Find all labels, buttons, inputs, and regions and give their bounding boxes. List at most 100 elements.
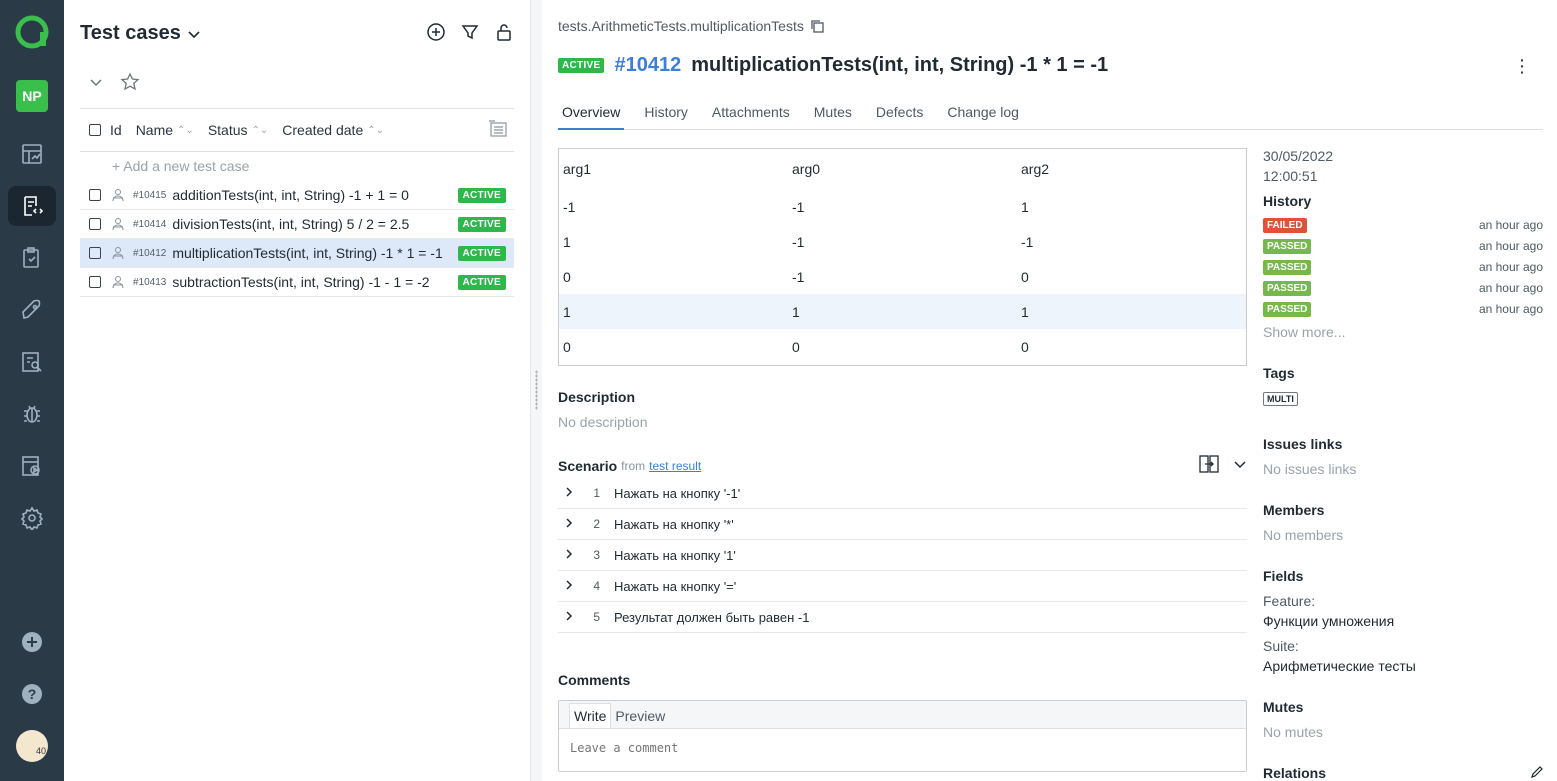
scenario-step[interactable]: 3 Нажать на кнопку '1'	[558, 540, 1247, 571]
history-item[interactable]: PASSED an hour ago	[1263, 279, 1543, 297]
select-all-checkbox[interactable]	[89, 124, 101, 136]
step-text: Нажать на кнопку '1'	[614, 547, 736, 563]
table-header-row: arg1 arg0 arg2	[559, 149, 1246, 189]
chevron-right-icon[interactable]	[558, 486, 582, 501]
tab-write[interactable]: Write	[569, 703, 612, 728]
row-checkbox[interactable]	[89, 218, 101, 230]
project-avatar[interactable]: NP	[16, 80, 48, 112]
row-checkbox[interactable]	[89, 189, 101, 201]
status-badge: ACTIVE	[457, 216, 506, 232]
list-item-selected[interactable]: #10412 multiplicationTests(int, int, Str…	[80, 239, 514, 268]
tab-preview[interactable]: Preview	[611, 704, 669, 728]
edit-pencil-icon[interactable]	[1530, 765, 1544, 781]
tab-defects[interactable]: Defects	[872, 100, 927, 130]
add-circle-icon[interactable]	[426, 22, 446, 42]
test-cases-icon[interactable]	[8, 186, 56, 226]
history-time: an hour ago	[1478, 281, 1543, 295]
splitter-grip[interactable]	[535, 370, 538, 410]
manual-test-icon	[111, 246, 125, 260]
table-cell: 1	[1021, 303, 1029, 320]
settings-icon[interactable]	[8, 498, 56, 538]
user-avatar[interactable]: 40	[16, 730, 48, 762]
column-status[interactable]: Status ⌃⌄	[208, 122, 268, 138]
tab-mutes[interactable]: Mutes	[810, 100, 856, 130]
row-id: #10412	[133, 247, 167, 259]
chevron-right-icon[interactable]	[558, 548, 582, 563]
star-icon[interactable]	[120, 72, 140, 95]
avatar-badge: 40	[35, 746, 46, 756]
left-rail: NP ? 40	[0, 0, 64, 781]
filter-icon[interactable]	[460, 22, 480, 42]
history-time: an hour ago	[1478, 239, 1543, 253]
scenario-step[interactable]: 2 Нажать на кнопку '*'	[558, 509, 1247, 540]
app-logo-icon[interactable]	[14, 14, 50, 50]
list-item[interactable]: #10415 additionTests(int, int, String) -…	[80, 181, 514, 210]
list-item[interactable]: #10413 subtractionTests(int, int, String…	[80, 268, 514, 297]
scenario-step[interactable]: 1 Нажать на кнопку '-1'	[558, 478, 1247, 509]
table-cell: -1	[792, 233, 805, 250]
column-settings-icon[interactable]	[488, 119, 508, 141]
column-created-date[interactable]: Created date ⌃⌄	[282, 122, 384, 138]
history-item[interactable]: PASSED an hour ago	[1263, 258, 1543, 276]
column-created-label: Created date	[282, 122, 364, 138]
table-cell: -1	[792, 198, 805, 215]
defects-icon[interactable]	[8, 394, 56, 434]
row-checkbox[interactable]	[89, 276, 101, 288]
column-name[interactable]: Name ⌃⌄	[136, 122, 194, 138]
unlock-icon[interactable]	[494, 22, 514, 42]
table-row-highlighted[interactable]: 1 1 1	[559, 294, 1246, 329]
tab-overview[interactable]: Overview	[558, 100, 625, 130]
parameters-table: arg1 arg0 arg2 -1 -1 1 1 -1 -1 0 -1 0 1 …	[558, 148, 1247, 366]
column-id[interactable]: Id	[110, 122, 122, 138]
compare-icon[interactable]	[1199, 455, 1219, 476]
tab-history[interactable]: History	[640, 100, 692, 130]
tag-chip[interactable]: MULTI	[1263, 392, 1298, 406]
chevron-right-icon[interactable]	[558, 517, 582, 532]
add-test-case-button[interactable]: + Add a new test case	[112, 158, 249, 174]
history-item[interactable]: PASSED an hour ago	[1263, 237, 1543, 255]
tab-attachments[interactable]: Attachments	[708, 100, 794, 130]
test-case-id: #10412	[614, 54, 682, 76]
scenario-step[interactable]: 5 Результат должен быть равен -1	[558, 602, 1247, 633]
sort-icon: ⌃⌄	[177, 124, 194, 136]
chevron-right-icon[interactable]	[558, 610, 582, 625]
table-row[interactable]: 0 0 0	[559, 329, 1246, 364]
table-row[interactable]: 1 -1 -1	[559, 224, 1246, 259]
row-name: subtractionTests(int, int, String) -1 - …	[172, 274, 430, 290]
jobs-icon[interactable]	[8, 446, 56, 486]
row-checkbox[interactable]	[89, 247, 101, 259]
help-icon[interactable]: ?	[8, 674, 56, 714]
table-cell: 1	[792, 303, 800, 320]
chevron-right-icon[interactable]	[558, 579, 582, 594]
result-badge: PASSED	[1263, 238, 1312, 254]
tab-change-log[interactable]: Change log	[943, 100, 1023, 130]
issues-heading: Issues links	[1263, 436, 1343, 452]
description-value[interactable]: No description	[558, 414, 648, 430]
comment-input[interactable]	[559, 731, 1246, 771]
chevron-down-icon[interactable]	[1233, 457, 1247, 474]
description-heading: Description	[558, 389, 636, 405]
more-actions-icon[interactable]: ⋮	[1513, 56, 1531, 77]
list-item[interactable]: #10414 divisionTests(int, int, String) 5…	[80, 210, 514, 239]
collapse-chevron-icon[interactable]	[88, 74, 104, 93]
scenario-step[interactable]: 4 Нажать на кнопку '='	[558, 571, 1247, 602]
history-item[interactable]: PASSED an hour ago	[1263, 300, 1543, 318]
test-plans-icon[interactable]	[8, 238, 56, 278]
step-number: 5	[593, 610, 600, 624]
copy-icon[interactable]	[810, 19, 824, 33]
test-result-link[interactable]: test result	[649, 459, 701, 473]
history-item[interactable]: FAILED an hour ago	[1263, 216, 1543, 234]
table-row[interactable]: 0 -1 0	[559, 259, 1246, 294]
add-project-icon[interactable]	[8, 622, 56, 662]
list-title[interactable]: Test cases	[80, 22, 201, 45]
dashboards-icon[interactable]	[8, 134, 56, 174]
row-name: additionTests(int, int, String) -1 + 1 =…	[172, 187, 409, 203]
scenario-header: Scenario from test result	[558, 455, 1247, 476]
tags-heading: Tags	[1263, 365, 1295, 381]
list-title-text: Test cases	[80, 22, 181, 44]
pane-splitter[interactable]	[530, 0, 542, 781]
show-more-link[interactable]: Show more...	[1263, 324, 1345, 340]
table-row[interactable]: -1 -1 1	[559, 189, 1246, 224]
launches-icon[interactable]	[8, 290, 56, 330]
analytics-icon[interactable]	[8, 342, 56, 382]
